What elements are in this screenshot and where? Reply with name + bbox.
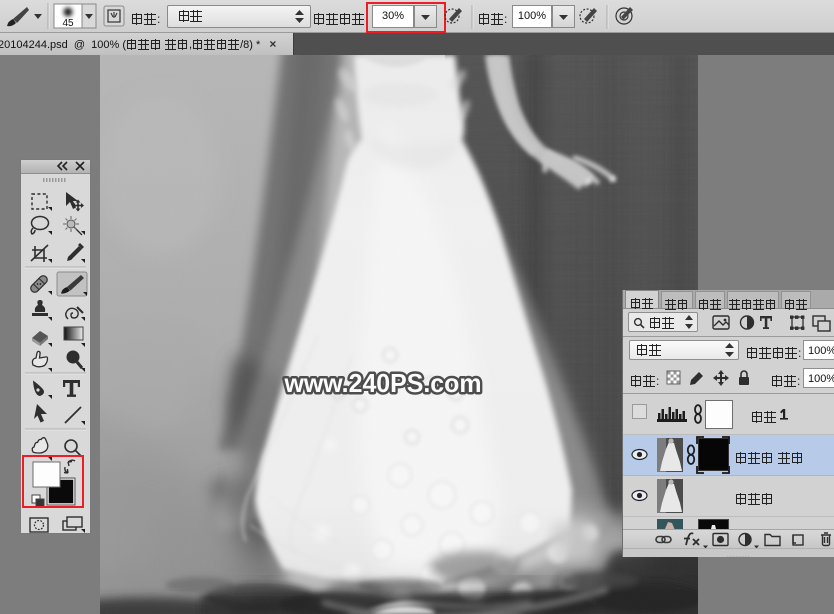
svg-text:www.240PS.com: www.240PS.com: [284, 368, 482, 398]
svg-text:45: 45: [62, 18, 74, 29]
